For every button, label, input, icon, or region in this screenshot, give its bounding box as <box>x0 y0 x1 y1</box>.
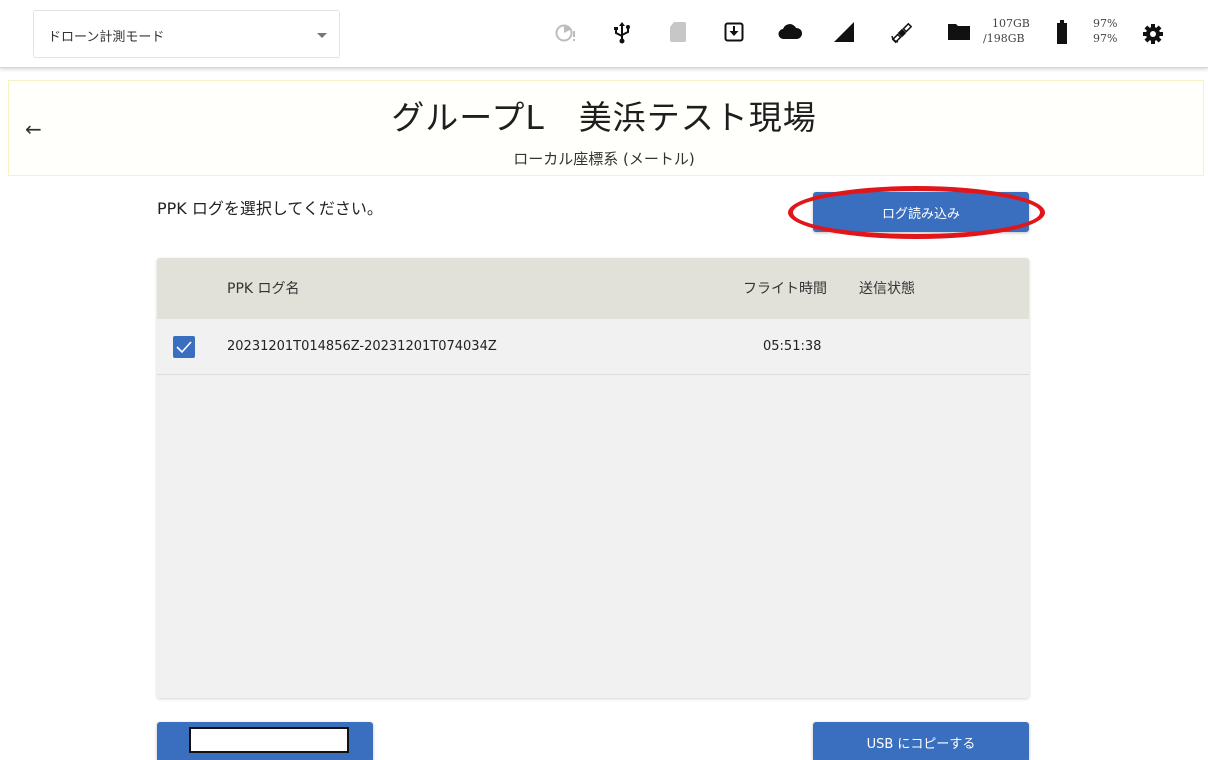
battery-icon <box>1057 20 1067 48</box>
instruction-text: PPK ログを選択してください。 <box>157 199 383 218</box>
cell-log-name: 20231201T014856Z-20231201T074034Z <box>227 339 497 354</box>
column-header-log-name[interactable]: PPK ログ名 <box>227 280 300 298</box>
gear-icon[interactable] <box>1143 24 1163 48</box>
row-checkbox[interactable] <box>173 336 195 358</box>
mode-dropdown[interactable]: ドローン計測モード <box>33 10 340 58</box>
page-subtitle: ローカル座標系 (メートル) <box>513 150 695 168</box>
cloud-icon <box>778 22 803 44</box>
battery-level-1: 97% <box>1093 17 1118 30</box>
column-header-send-status[interactable]: 送信状態 <box>859 280 915 298</box>
page-title: グループL 美浜テスト現場 <box>391 98 817 137</box>
ppk-log-table: PPK ログ名 フライト時間 送信状態 20231201T014856Z-202… <box>157 258 1029 698</box>
redaction-box <box>189 727 349 753</box>
chevron-down-icon <box>317 33 327 38</box>
storage-total: /198GB <box>983 32 1025 45</box>
table-header: PPK ログ名 フライト時間 送信状態 <box>157 258 1029 319</box>
folder-icon <box>948 22 970 44</box>
storage-readout: 107GB /198GB <box>983 16 1030 46</box>
storage-used: 107GB <box>992 17 1030 30</box>
timer-alert-icon <box>555 22 577 48</box>
copy-to-usb-button[interactable]: USB にコピーする <box>813 722 1029 760</box>
cell-flight-time: 05:51:38 <box>763 339 822 354</box>
column-header-flight-time[interactable]: フライト時間 <box>743 280 827 298</box>
download-box-icon <box>724 22 744 46</box>
usb-icon <box>614 22 630 48</box>
highlight-annotation <box>788 186 1045 239</box>
mode-dropdown-label: ドローン計測モード <box>48 30 165 45</box>
sd-card-icon <box>670 22 686 46</box>
signal-icon <box>834 22 854 46</box>
satellite-icon <box>890 22 914 48</box>
redacted-button[interactable] <box>157 722 373 760</box>
table-row[interactable]: 20231201T014856Z-20231201T074034Z 05:51:… <box>157 319 1029 375</box>
battery-level-2: 97% <box>1093 32 1118 45</box>
battery-readout: 97% 97% <box>1093 16 1117 46</box>
top-status-bar: ドローン計測モード 107GB /198GB 97% 97% <box>0 0 1208 68</box>
